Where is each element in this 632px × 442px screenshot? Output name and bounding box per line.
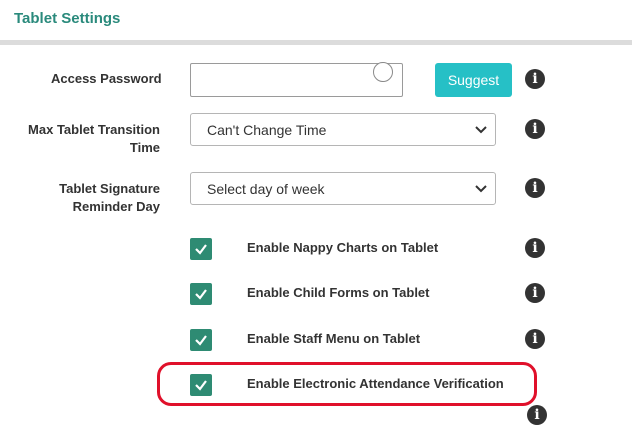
check-icon [195, 289, 207, 300]
info-icon[interactable]: i [525, 69, 545, 89]
staff-menu-checkbox[interactable] [190, 329, 212, 351]
signature-day-label: Tablet Signature Reminder Day [59, 181, 160, 214]
staff-menu-label: Enable Staff Menu on Tablet [247, 331, 421, 346]
signature-day-selected: Select day of week [207, 181, 325, 197]
access-password-input[interactable] [190, 63, 403, 97]
info-icon[interactable]: i [525, 178, 545, 198]
suggest-button[interactable]: Suggest [435, 63, 512, 97]
nappy-charts-checkbox[interactable] [190, 238, 212, 260]
child-forms-label: Enable Child Forms on Tablet [247, 285, 430, 300]
info-icon[interactable]: i [527, 405, 547, 425]
password-toggle-icon[interactable] [373, 62, 393, 82]
info-icon[interactable]: i [525, 329, 545, 349]
nappy-charts-label: Enable Nappy Charts on Tablet [247, 240, 439, 255]
panel-title: Tablet Settings [14, 10, 121, 27]
panel-header: Tablet Settings [0, 0, 632, 40]
header-divider [0, 40, 632, 45]
chevron-down-icon [475, 126, 487, 134]
info-icon[interactable]: i [525, 283, 545, 303]
max-transition-select[interactable]: Can't Change Time [190, 113, 496, 146]
max-transition-selected: Can't Change Time [207, 122, 327, 138]
signature-day-select[interactable]: Select day of week [190, 172, 496, 205]
max-transition-label: Max Tablet Transition Time [28, 122, 160, 155]
access-password-label: Access Password [51, 71, 162, 86]
check-icon [195, 244, 207, 255]
check-icon [195, 335, 207, 346]
info-icon[interactable]: i [525, 119, 545, 139]
info-icon[interactable]: i [525, 238, 545, 258]
child-forms-checkbox[interactable] [190, 283, 212, 305]
highlight-annotation [157, 362, 537, 406]
chevron-down-icon [475, 185, 487, 193]
